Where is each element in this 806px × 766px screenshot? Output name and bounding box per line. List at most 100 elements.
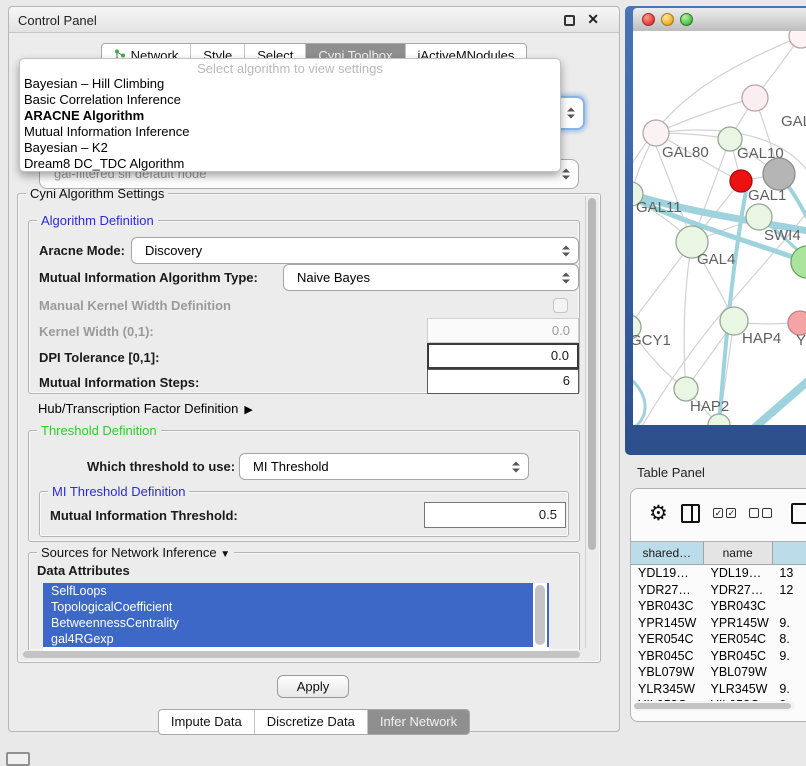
column-header[interactable]: shared… [631,541,704,565]
settings-scrollbar-thumb[interactable] [588,198,596,550]
table-cell: YPR145W [703,615,772,632]
data-attribute-item[interactable]: TopologicalCoefficient [43,599,549,615]
mi-threshold-definition-group: MI Threshold Definition Mutual Informati… [39,491,569,537]
close-traffic-light-icon[interactable] [642,13,655,26]
algorithm-definition-group: Algorithm Definition Aracne Mode: Discov… [28,220,580,394]
tab-discretize-data[interactable]: Discretize Data [255,710,368,734]
data-attribute-item[interactable]: BetweennessCentrality [43,615,549,631]
network-node[interactable] [791,246,806,278]
mi-steps-field[interactable]: 6 [427,369,579,394]
gear-icon[interactable]: ⚙ [649,503,668,524]
algorithm-option[interactable]: Basic Correlation Inference [20,92,560,108]
apply-button[interactable]: Apply [277,675,349,698]
table-cell: YBR043C [703,598,772,615]
table-hscrollbar-thumb[interactable] [634,703,791,709]
tab-infer-network[interactable]: Infer Network [368,710,469,734]
table-cell [772,598,806,615]
table-row[interactable]: YBR043CYBR043C [631,598,806,615]
mi-threshold-field[interactable]: 0.5 [424,502,566,528]
table-horizontal-scrollbar[interactable] [633,701,795,711]
table-cell: 13 [772,565,806,582]
table-cell: YDL19… [703,565,772,582]
node-label: HAP4 [742,330,781,347]
table-panel-title: Table Panel [637,465,705,480]
threshold-definition-group: Threshold Definition Which threshold to … [28,430,580,542]
table-row[interactable]: YDL19…YDL19…13 [631,565,806,582]
table-cell: YDR27… [703,582,772,599]
algorithm-option[interactable]: Dream8 DC_TDC Algorithm [20,156,560,172]
settings-hscrollbar-thumb[interactable] [23,651,580,658]
network-canvas[interactable]: GALGAL80GAL10GAL1GAL11SWI4GAL4GCY1HAP4YH… [633,31,806,425]
tab-impute-data[interactable]: Impute Data [159,710,255,734]
network-window[interactable]: GALGAL80GAL10GAL1GAL11SWI4GAL4GCY1HAP4YH… [625,6,806,455]
node-label: GAL [781,113,806,130]
table-cell: YLR345W [703,681,772,698]
aracne-mode-combo[interactable]: Discovery [131,237,579,264]
algorithm-option[interactable]: Bayesian – K2 [20,140,560,156]
table-row[interactable]: YPR145WYPR145W9. [631,615,806,632]
table-row[interactable]: YDR27…YDR27…12 [631,582,806,599]
table-cell: 9. [772,615,806,632]
checked-checkboxes-icon[interactable]: ✓✓ [713,508,736,518]
kernel-width-field[interactable]: 0.0 [427,318,579,343]
zoom-traffic-light-icon[interactable] [680,13,693,26]
data-attributes-list[interactable]: SelfLoopsTopologicalCoefficientBetweenne… [43,583,549,651]
table-cell: YBR045C [631,648,703,665]
network-node-gal[interactable] [742,85,768,111]
algorithm-dropdown-list: Bayesian – Hill ClimbingBasic Correlatio… [20,76,560,172]
table-cell: YPR145W [631,615,703,632]
network-window-titlebar[interactable] [633,8,806,32]
table-cell: YER054C [703,631,772,648]
attributes-scrollbar[interactable] [533,583,547,651]
which-threshold-combo[interactable]: MI Threshold [239,453,529,480]
unchecked-checkboxes-icon[interactable] [749,508,772,518]
algorithm-option[interactable]: Bayesian – Hill Climbing [20,76,560,92]
table-cell: YLR345W [631,681,703,698]
table-cell: 9. [772,648,806,665]
table-row[interactable]: YBR045CYBR045C9. [631,648,806,665]
algorithm-option[interactable]: ARACNE Algorithm [20,108,560,124]
document-icon[interactable] [791,503,806,524]
mi-steps-label: Mutual Information Steps: [39,375,199,390]
network-node[interactable] [708,414,730,425]
dpi-tolerance-field[interactable]: 0.0 [427,343,579,369]
control-panel: Control Panel ✕ Network Style Select Cyn… [8,6,620,732]
node-label: GAL1 [748,187,786,204]
which-threshold-label: Which threshold to use: [87,459,235,474]
hub-definition-toggle[interactable]: Hub/Transcription Factor Definition▶ [38,401,253,416]
column-header[interactable]: name [704,541,773,565]
cyni-algorithm-settings-group: Cyni Algorithm Settings Algorithm Defini… [17,193,601,663]
table-row[interactable]: YBL079WYBL079W [631,664,806,681]
minimized-window-fragment[interactable] [6,752,30,766]
data-attribute-item[interactable]: SelfLoops [43,583,549,599]
network-node[interactable] [763,158,795,190]
table-row[interactable]: YER054CYER054C8. [631,631,806,648]
mi-type-value: Naive Bayes [297,270,370,285]
node-label: GAL4 [697,251,735,268]
minimize-traffic-light-icon[interactable] [661,13,674,26]
mi-type-combo[interactable]: Naive Bayes [283,264,579,291]
which-threshold-value: MI Threshold [253,459,329,474]
data-attribute-item[interactable]: gal4RGexp [43,631,549,647]
manual-kernel-label: Manual Kernel Width Definition [39,298,231,313]
combo-spinner-icon [562,245,569,256]
node-label: HAP2 [690,398,729,415]
attributes-scrollbar-thumb[interactable] [535,585,545,645]
algorithm-option[interactable]: Mutual Information Inference [20,124,560,140]
combo-spinner-icon [567,108,574,119]
table-row[interactable]: YLR345WYLR345W9. [631,681,806,698]
tab-label: Infer Network [380,714,457,729]
table-header: shared…name [631,541,806,565]
network-node-gal80[interactable] [643,120,669,146]
node-label: Y [796,332,806,349]
column-header[interactable] [773,541,806,565]
sources-title-wrap[interactable]: Sources for Network Inference ▼ [37,545,234,560]
table-cell: YDR27… [631,582,703,599]
close-icon[interactable]: ✕ [587,11,599,28]
network-node[interactable] [789,31,806,48]
manual-kernel-checkbox[interactable] [553,298,568,313]
float-icon[interactable] [564,15,575,26]
settings-vertical-scrollbar[interactable] [585,196,598,648]
split-columns-icon[interactable] [681,504,701,523]
network-edge [753,381,806,425]
